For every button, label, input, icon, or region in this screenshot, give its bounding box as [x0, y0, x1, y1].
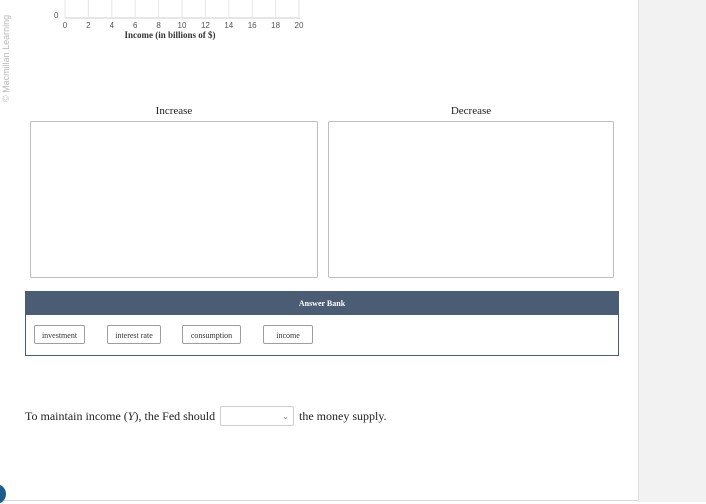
x-tick-label: 12: [201, 21, 210, 30]
answer-bank-body: investment interest rate consumption inc…: [26, 315, 618, 355]
question-middle-text: ), the Fed should: [134, 409, 216, 423]
main-content: © Macmillan Learning 0 0 2 4 6 8 10 12 14 16 18 20…: [0, 0, 638, 504]
x-tick-label: 8: [156, 21, 161, 30]
corner-badge: [0, 484, 6, 504]
x-tick-label: 10: [178, 21, 187, 30]
x-tick-label: 6: [133, 21, 138, 30]
question-prefix: To maintain income (Y), the Fed should: [25, 409, 215, 424]
increase-drop-zone[interactable]: [30, 121, 318, 278]
x-axis-title: Income (in billions of $): [124, 30, 215, 40]
answer-bank: Answer Bank investment interest rate con…: [25, 291, 619, 356]
question-suffix: the money supply.: [299, 409, 387, 423]
x-tick-label: 20: [295, 21, 304, 30]
x-tick-label: 14: [224, 21, 233, 30]
decrease-drop-zone[interactable]: [328, 121, 614, 278]
x-tick-label: 16: [248, 21, 257, 30]
fed-action-dropdown[interactable]: ⌄: [220, 406, 294, 426]
decrease-label: Decrease: [450, 105, 492, 117]
chip-consumption[interactable]: consumption: [182, 325, 241, 344]
copyright-watermark: © Macmillan Learning: [1, 14, 11, 102]
question-prefix-text: To maintain income (: [25, 409, 128, 423]
bottom-divider: [0, 500, 638, 501]
x-tick-label: 18: [271, 21, 280, 30]
x-tick-label: 4: [110, 21, 115, 30]
answer-bank-title: Answer Bank: [26, 292, 618, 315]
chip-interest-rate[interactable]: interest rate: [107, 325, 161, 344]
x-tick-label: 2: [86, 21, 91, 30]
y-tick-label-zero: 0: [54, 11, 59, 20]
chip-investment[interactable]: investment: [34, 325, 85, 344]
chip-income[interactable]: income: [263, 325, 313, 344]
income-axis: 0 0 2 4 6 8 10 12 14 16 18 20 Income (in billions …: [54, 0, 304, 40]
increase-label: Increase: [155, 105, 193, 117]
chevron-down-icon: ⌄: [282, 412, 289, 421]
right-side-panel: [638, 0, 706, 502]
x-tick-label: 0: [63, 21, 68, 30]
